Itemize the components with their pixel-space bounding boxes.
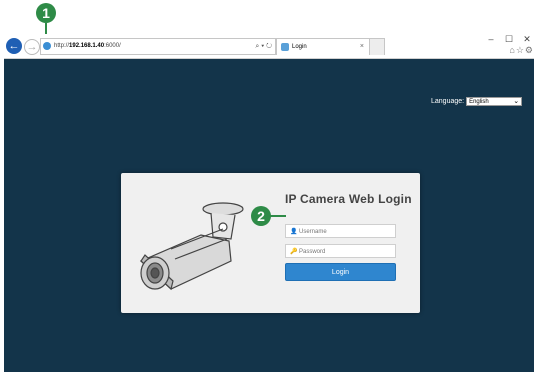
close-window-icon[interactable]: ✕: [520, 34, 534, 45]
address-bar[interactable]: http://192.168.1.40:6000/ ⌕ ▾ ↻: [40, 38, 276, 55]
browser-window: ← → http://192.168.1.40:6000/ ⌕ ▾ ↻ Logi…: [4, 34, 534, 372]
tab-close-icon[interactable]: ×: [360, 39, 364, 55]
user-icon: 👤: [290, 229, 298, 235]
key-icon: 🔑: [290, 249, 298, 255]
language-selector: Language: English ⌄: [431, 97, 523, 106]
language-label: Language:: [431, 98, 465, 105]
username-placeholder: Username: [299, 229, 327, 235]
url-host: 192.168.1.40: [69, 43, 105, 49]
password-placeholder: Password: [299, 249, 326, 255]
toolbar-icons[interactable]: ⌂☆⚙: [509, 45, 534, 56]
arrow-right-icon: →: [26, 41, 38, 53]
arrow-left-icon: ←: [8, 40, 20, 52]
chevron-down-icon: ⌄: [513, 98, 520, 105]
tab-login[interactable]: Login ×: [276, 38, 370, 55]
callout-1-number: 1: [42, 5, 50, 21]
username-input[interactable]: 👤 Username: [285, 224, 396, 238]
callout-2-badge: 2: [251, 206, 271, 226]
tab-favicon-icon: [281, 43, 289, 51]
address-actions-icons[interactable]: ⌕ ▾ ↻: [255, 39, 272, 54]
login-card: IP Camera Web Login 👤 Username 🔑 Passwor…: [121, 173, 420, 313]
new-tab-button[interactable]: [369, 38, 385, 55]
login-title: IP Camera Web Login: [285, 192, 412, 206]
language-dropdown[interactable]: English ⌄: [466, 97, 523, 106]
tab-title: Login: [292, 44, 307, 50]
url-port: :6000/: [104, 43, 121, 49]
callout-2-line: [270, 215, 286, 217]
site-icon: [43, 42, 51, 50]
callout-1-badge: 1: [36, 3, 56, 23]
browser-chrome: ← → http://192.168.1.40:6000/ ⌕ ▾ ↻ Logi…: [4, 34, 534, 59]
minimize-icon[interactable]: –: [484, 34, 498, 44]
login-button[interactable]: Login: [285, 263, 396, 281]
address-url: http://192.168.1.40:6000/: [54, 39, 121, 54]
back-button[interactable]: ←: [6, 38, 22, 54]
password-input[interactable]: 🔑 Password: [285, 244, 396, 258]
callout-2-number: 2: [257, 208, 265, 224]
url-scheme: http://: [54, 43, 70, 49]
maximize-icon[interactable]: ☐: [502, 34, 516, 45]
language-value: English: [469, 99, 489, 105]
camera-illustration: [139, 202, 244, 291]
forward-button[interactable]: →: [24, 39, 40, 55]
